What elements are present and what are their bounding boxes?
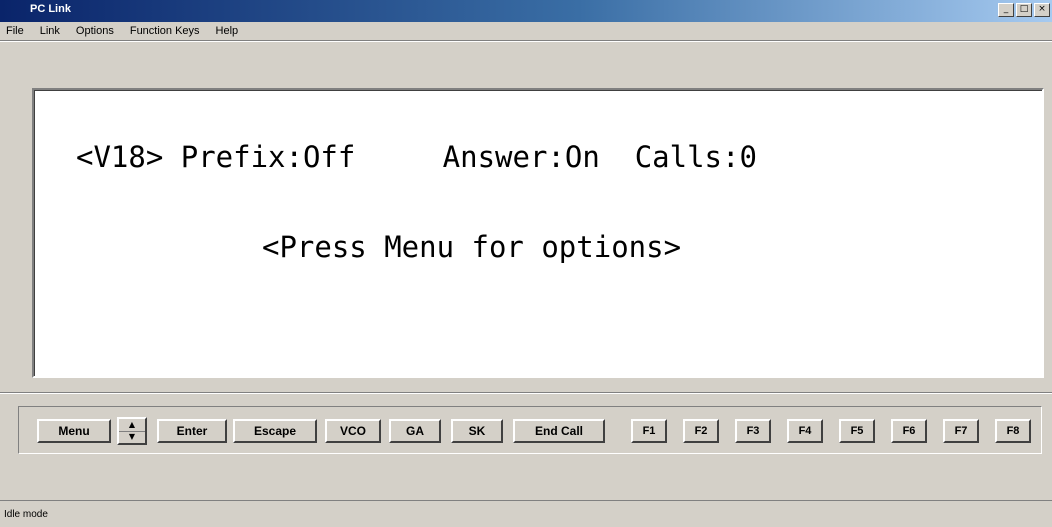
- menu-divider: [0, 40, 1052, 42]
- menu-help[interactable]: Help: [208, 25, 247, 37]
- f8-button[interactable]: F8: [995, 419, 1031, 443]
- sk-button[interactable]: SK: [451, 419, 503, 443]
- window-title: PC Link: [30, 3, 71, 15]
- end-call-button[interactable]: End Call: [513, 419, 605, 443]
- menu-function-keys[interactable]: Function Keys: [122, 25, 208, 37]
- minimize-button[interactable]: _: [998, 3, 1014, 17]
- f6-button[interactable]: F6: [891, 419, 927, 443]
- enter-button[interactable]: Enter: [157, 419, 227, 443]
- close-button[interactable]: ×: [1034, 3, 1050, 17]
- f5-button[interactable]: F5: [839, 419, 875, 443]
- maximize-button[interactable]: □: [1016, 3, 1032, 17]
- vco-button[interactable]: VCO: [325, 419, 381, 443]
- escape-button[interactable]: Escape: [233, 419, 317, 443]
- terminal-display[interactable]: <V18> Prefix:Off Answer:On Calls:0 <Pres…: [32, 88, 1044, 378]
- f3-button[interactable]: F3: [735, 419, 771, 443]
- spin-down-icon[interactable]: ▼: [119, 431, 145, 443]
- button-bar: Menu ▲ ▼ Enter Escape VCO GA SK End Call…: [18, 406, 1042, 454]
- menu-options[interactable]: Options: [68, 25, 122, 37]
- f7-button[interactable]: F7: [943, 419, 979, 443]
- menu-link[interactable]: Link: [32, 25, 68, 37]
- menu-file[interactable]: File: [0, 25, 32, 37]
- status-bar: Idle mode: [0, 500, 1052, 527]
- menu-bar: File Link Options Function Keys Help: [0, 22, 1052, 40]
- title-bar: PC Link _ □ ×: [0, 0, 1052, 22]
- f2-button[interactable]: F2: [683, 419, 719, 443]
- scroll-spinner[interactable]: ▲ ▼: [117, 417, 147, 445]
- display-divider: [0, 392, 1052, 394]
- terminal-status-line: <V18> Prefix:Off Answer:On Calls:0: [76, 140, 757, 174]
- menu-button[interactable]: Menu: [37, 419, 111, 443]
- f4-button[interactable]: F4: [787, 419, 823, 443]
- f1-button[interactable]: F1: [631, 419, 667, 443]
- status-text: Idle mode: [4, 509, 48, 520]
- terminal-prompt-line: <Press Menu for options>: [262, 230, 682, 264]
- ga-button[interactable]: GA: [389, 419, 441, 443]
